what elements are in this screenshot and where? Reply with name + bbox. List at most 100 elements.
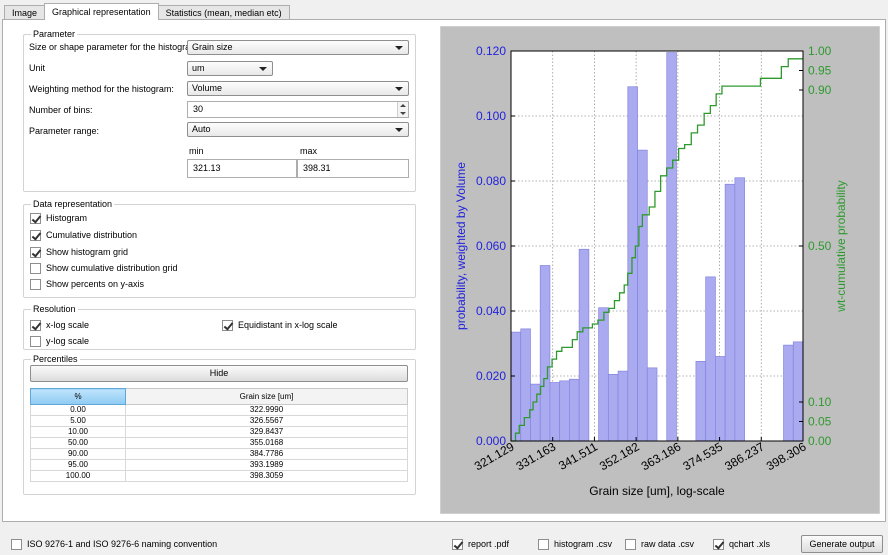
chevron-down-icon	[259, 67, 267, 71]
y-axis-label: probability, weighted by Volume	[454, 162, 468, 330]
histogram-csv-checkbox[interactable]: histogram .csv	[538, 538, 612, 550]
max-field[interactable]: 398.31	[297, 159, 409, 178]
min-value: 321.13	[193, 163, 221, 173]
chevron-down-icon	[395, 87, 403, 91]
table-row[interactable]: 50.00 355.0168	[30, 437, 408, 449]
y-tick-label: 0.100	[476, 109, 506, 123]
raw-data-check[interactable]	[625, 538, 636, 550]
histogram-bar	[530, 383, 541, 442]
equidistant-label: Equidistant in x-log scale	[238, 320, 338, 330]
min-label: min	[189, 146, 204, 156]
y-tick-label: 0.120	[476, 44, 506, 58]
equidistant-checkbox[interactable]: Equidistant in x-log scale	[222, 319, 338, 331]
histogram-bar	[598, 307, 609, 442]
size-parameter-select[interactable]: Grain size	[187, 40, 409, 55]
generate-output-button[interactable]: Generate output	[801, 535, 883, 553]
table-row[interactable]: 100.00 398.3059	[30, 470, 408, 482]
y2-tick-label: 0.50	[808, 239, 832, 253]
table-row[interactable]: 90.00 384.7786	[30, 448, 408, 460]
cumulative-grid-checkbox[interactable]: Show cumulative distribution grid	[30, 262, 178, 274]
histogram-bar	[617, 370, 629, 442]
cumulative-checkbox[interactable]: Cumulative distribution	[30, 229, 137, 241]
unit-select[interactable]: um	[187, 61, 273, 76]
raw-data-checkbox[interactable]: raw data .csv	[625, 538, 694, 550]
grain-size-cell: 326.5567	[125, 415, 408, 427]
grain-size-column-header[interactable]: Grain size [um]	[125, 388, 408, 405]
histogram-label: Histogram	[46, 213, 88, 223]
histogram-check[interactable]	[30, 212, 41, 224]
range-value: Auto	[192, 124, 211, 134]
iso-check[interactable]	[11, 538, 22, 550]
percent-cell: 0.00	[30, 404, 126, 416]
bins-spin-buttons[interactable]	[397, 102, 408, 117]
histogram-grid-checkbox[interactable]: Show histogram grid	[30, 246, 128, 258]
equidistant-check[interactable]	[222, 319, 233, 331]
histogram-checkbox[interactable]: Histogram	[30, 212, 87, 224]
histogram-bar	[578, 248, 590, 442]
grain-size-cell: 384.7786	[125, 448, 408, 460]
histogram-bar	[569, 378, 580, 442]
unit-label: Unit	[29, 63, 46, 73]
report-checkbox[interactable]: report .pdf	[452, 538, 509, 550]
grain-size-cell: 329.8437	[125, 426, 408, 438]
bins-stepper[interactable]: 30	[187, 101, 409, 118]
resolution-title: Resolution	[31, 304, 78, 315]
iso-checkbox[interactable]: ISO 9276-1 and ISO 9276-6 naming convent…	[11, 538, 217, 550]
y2-tick-label: 0.95	[808, 64, 832, 78]
ylog-checkbox[interactable]: y-log scale	[30, 335, 89, 347]
cumulative-grid-check[interactable]	[30, 262, 41, 274]
weighting-value: Volume	[192, 83, 223, 93]
ylog-check[interactable]	[30, 335, 41, 347]
ylog-label: y-log scale	[46, 336, 90, 346]
percents-check[interactable]	[30, 278, 41, 290]
histogram-bar	[637, 149, 648, 442]
histogram-bar	[520, 328, 531, 442]
histogram-bar	[715, 356, 726, 442]
histogram-bar	[559, 380, 570, 442]
min-field[interactable]: 321.13	[187, 159, 297, 178]
chevron-down-icon	[395, 128, 403, 132]
y2-tick-label: 0.90	[808, 83, 832, 97]
histogram-chart: 0.0000.0200.0400.0600.0800.1000.1200.000…	[441, 27, 879, 513]
cumulative-grid-label: Show cumulative distribution grid	[46, 263, 178, 273]
qchart-checkbox[interactable]: qchart .xls	[713, 538, 770, 550]
xlog-check[interactable]	[30, 319, 41, 331]
percentiles-title: Percentiles	[31, 354, 80, 365]
table-row[interactable]: 0.00 322.9990	[30, 404, 408, 416]
qchart-check[interactable]	[713, 538, 724, 550]
table-row[interactable]: 10.00 329.8437	[30, 426, 408, 438]
histogram-bar	[783, 344, 794, 442]
table-row[interactable]: 5.00 326.5567	[30, 415, 408, 427]
histogram-bar	[607, 374, 619, 442]
histogram-bar	[627, 86, 638, 442]
histogram-grid-check[interactable]	[30, 246, 41, 258]
chart-frame: 0.000 0.020 0.040 0.060 0.080 0.100 0.120 0.00 0…	[440, 26, 880, 514]
cumulative-check[interactable]	[30, 229, 41, 241]
percentiles-table: % Grain size [um] 0.00 322.9990 5.00 326.5…	[30, 388, 408, 482]
percent-cell: 5.00	[30, 415, 126, 427]
y2-tick-label: 0.00	[808, 434, 832, 448]
hide-button[interactable]: Hide	[30, 365, 408, 382]
grain-size-cell: 322.9990	[125, 404, 408, 416]
grain-size-cell: 355.0168	[125, 437, 408, 449]
weighting-select[interactable]: Volume	[187, 81, 409, 96]
bins-value: 30	[193, 104, 204, 114]
cumulative-label: Cumulative distribution	[46, 230, 138, 240]
xlog-checkbox[interactable]: x-log scale	[30, 319, 89, 331]
grain-size-cell: 398.3059	[125, 470, 408, 482]
tab-graphical-representation[interactable]: Graphical representation	[44, 3, 159, 20]
range-select[interactable]: Auto	[187, 122, 409, 137]
report-check[interactable]	[452, 538, 463, 550]
percent-column-header[interactable]: %	[30, 388, 126, 405]
unit-value: um	[192, 63, 205, 73]
histogram-bar	[549, 382, 561, 442]
histogram-bar	[734, 177, 745, 442]
histogram-bar	[510, 331, 522, 442]
report-label: report .pdf	[468, 539, 510, 549]
table-row[interactable]: 95.00 393.1989	[30, 459, 408, 471]
size-parameter-label: Size or shape parameter for the histogra…	[29, 42, 201, 52]
histogram-csv-check[interactable]	[538, 538, 549, 550]
histogram-bar	[724, 183, 736, 442]
percents-checkbox[interactable]: Show percents on y-axis	[30, 278, 144, 290]
size-parameter-value: Grain size	[192, 42, 233, 52]
